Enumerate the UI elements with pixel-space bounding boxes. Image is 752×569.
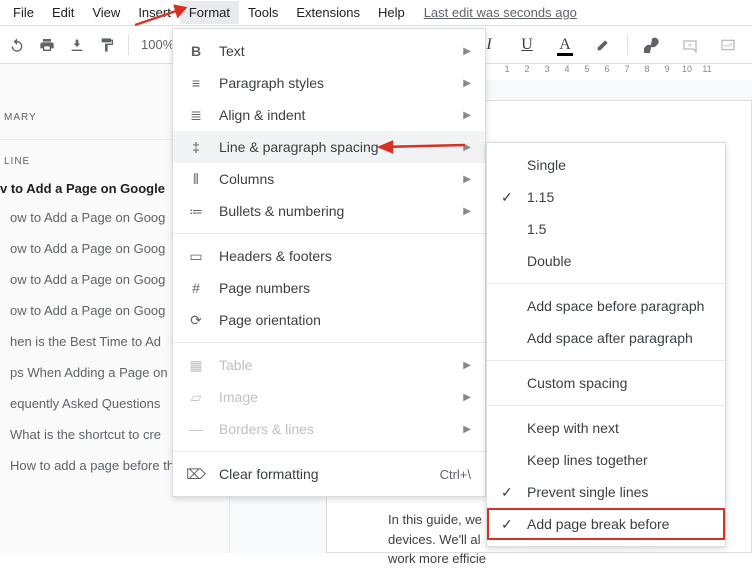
arrow-right-icon: ▶ (463, 360, 471, 371)
arrow-right-icon: ▶ (463, 174, 471, 185)
align-icon: ≣ (187, 107, 205, 124)
keep-lines-together[interactable]: Keep lines together (487, 444, 725, 476)
spacing-1-15[interactable]: ✓1.15 (487, 181, 725, 213)
line-spacing-icon: ‡ (187, 139, 205, 155)
check-icon: ✓ (501, 189, 517, 206)
menu-text[interactable]: BText▶ (173, 35, 485, 67)
check-icon: ✓ (501, 484, 517, 501)
menu-file[interactable]: File (4, 1, 43, 24)
arrow-right-icon: ▶ (463, 392, 471, 403)
menu-headers-footers[interactable]: ▭Headers & footers (173, 240, 485, 272)
document-text: In this guide, we devices. We'll al work… (388, 510, 486, 569)
menu-tools[interactable]: Tools (239, 1, 287, 24)
menu-paragraph-styles[interactable]: ≡Paragraph styles▶ (173, 67, 485, 99)
menu-page-orientation[interactable]: ⟳Page orientation (173, 304, 485, 336)
menu-insert[interactable]: Insert (129, 1, 180, 24)
bullets-icon: ≔ (187, 203, 205, 220)
menu-extensions[interactable]: Extensions (287, 1, 369, 24)
custom-spacing[interactable]: Custom spacing (487, 367, 725, 399)
undo-icon[interactable] (8, 36, 26, 54)
header-icon: ▭ (187, 248, 205, 265)
spacing-1-5[interactable]: 1.5 (487, 213, 725, 245)
format-dropdown: BText▶ ≡Paragraph styles▶ ≣Align & inden… (172, 28, 486, 497)
menu-edit[interactable]: Edit (43, 1, 83, 24)
menu-align-indent[interactable]: ≣Align & indent▶ (173, 99, 485, 131)
hash-icon: # (187, 280, 205, 296)
spacing-double[interactable]: Double (487, 245, 725, 277)
clear-format-icon: ⌦ (187, 466, 205, 483)
keep-with-next[interactable]: Keep with next (487, 412, 725, 444)
menu-clear-formatting[interactable]: ⌦Clear formattingCtrl+\ (173, 458, 485, 490)
borders-icon: — (187, 421, 205, 437)
menu-columns[interactable]: ⫴Columns▶ (173, 163, 485, 195)
highlight-button[interactable] (589, 31, 617, 59)
print-icon[interactable] (38, 36, 56, 54)
spellcheck-icon[interactable] (68, 36, 86, 54)
columns-icon: ⫴ (187, 171, 205, 188)
paint-format-icon[interactable] (98, 36, 116, 54)
table-icon: ▦ (187, 357, 205, 374)
menu-help[interactable]: Help (369, 1, 414, 24)
menu-line-spacing[interactable]: ‡Line & paragraph spacing▶ (173, 131, 485, 163)
last-edit-link[interactable]: Last edit was seconds ago (424, 5, 577, 20)
arrow-right-icon: ▶ (463, 142, 471, 153)
text-color-button[interactable]: A (551, 31, 579, 59)
line-spacing-submenu: Single ✓1.15 1.5 Double Add space before… (486, 142, 726, 547)
ruler: 1234567891011 (498, 64, 716, 78)
shortcut-label: Ctrl+\ (440, 467, 471, 482)
menu-page-numbers[interactable]: #Page numbers (173, 272, 485, 304)
check-icon: ✓ (501, 516, 517, 533)
menu-format[interactable]: Format (180, 1, 239, 24)
add-space-after[interactable]: Add space after paragraph (487, 322, 725, 354)
add-space-before[interactable]: Add space before paragraph (487, 290, 725, 322)
arrow-right-icon: ▶ (463, 110, 471, 121)
menubar: File Edit View Insert Format Tools Exten… (0, 0, 752, 26)
link-button[interactable] (638, 31, 666, 59)
arrow-right-icon: ▶ (463, 206, 471, 217)
menu-view[interactable]: View (83, 1, 129, 24)
paragraph-icon: ≡ (187, 75, 205, 91)
arrow-right-icon: ▶ (463, 424, 471, 435)
arrow-right-icon: ▶ (463, 46, 471, 57)
comment-button[interactable] (676, 31, 704, 59)
menu-bullets-numbering[interactable]: ≔Bullets & numbering▶ (173, 195, 485, 227)
add-page-break-before[interactable]: ✓Add page break before (487, 508, 725, 540)
orientation-icon: ⟳ (187, 312, 205, 329)
menu-image: ▱Image▶ (173, 381, 485, 413)
underline-button[interactable]: U (513, 31, 541, 59)
spacing-single[interactable]: Single (487, 149, 725, 181)
menu-table: ▦Table▶ (173, 349, 485, 381)
menu-borders-lines: —Borders & lines▶ (173, 413, 485, 445)
arrow-right-icon: ▶ (463, 78, 471, 89)
prevent-single-lines[interactable]: ✓Prevent single lines (487, 476, 725, 508)
image-button[interactable] (714, 31, 742, 59)
bold-icon: B (187, 43, 205, 59)
image-icon: ▱ (187, 389, 205, 406)
